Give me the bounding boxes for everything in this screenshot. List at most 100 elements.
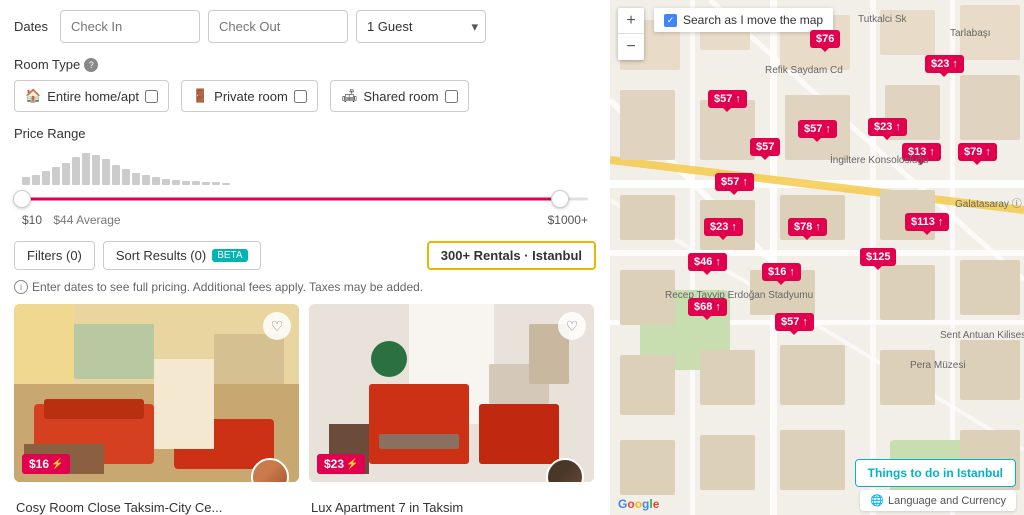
couch-icon: 🛋 (341, 88, 358, 104)
bar (152, 177, 160, 185)
flash-icon-2: ⚡ (346, 459, 358, 470)
results-badge: 300+ Rentals · Istanbul (427, 241, 596, 270)
right-panel: + − ✓ Search as I move the map $76 $23 ↑… (610, 0, 1024, 515)
room-type-label: Room Type ? (14, 57, 596, 72)
map-container[interactable]: + − ✓ Search as I move the map $76 $23 ↑… (610, 0, 1024, 515)
filters-row: Filters (0) Sort Results (0) BETA 300+ R… (14, 241, 596, 270)
bar (142, 175, 150, 185)
bar (102, 159, 110, 185)
dates-row: Dates 1 Guest 2 Guests 3 Guests 4 Guests (14, 10, 596, 43)
flash-icon-1: ⚡ (51, 459, 63, 470)
search-as-move-checkbox[interactable]: ✓ (664, 14, 677, 27)
price-min-label: $10 (22, 213, 42, 227)
room-type-section: Room Type ? 🏠 Entire home/apt 🚪 Private … (14, 57, 596, 112)
disclaimer-text: Enter dates to see full pricing. Additio… (32, 280, 423, 294)
things-to-do-button[interactable]: Things to do in Istanbul (855, 459, 1016, 487)
price-pin[interactable]: $125 (860, 248, 896, 266)
price-pin[interactable]: $46 ↑ (688, 253, 727, 271)
filters-button[interactable]: Filters (0) (14, 241, 95, 270)
bar (112, 165, 120, 185)
price-min-thumb[interactable] (13, 190, 31, 208)
room-types-container: 🏠 Entire home/apt 🚪 Private room 🛋 Share… (14, 80, 596, 112)
price-max-label: $1000+ (548, 213, 588, 227)
listing-info-2: Lux Apartment 7 in Taksim Entire home/ap… (309, 482, 594, 515)
heart-button-1[interactable]: ♡ (263, 312, 291, 340)
price-pin[interactable]: $57 ↑ (798, 120, 837, 138)
listing-card-1[interactable]: ♡ $16 ⚡ Cosy Room Close Taksim-City Ce..… (14, 304, 299, 515)
price-pin[interactable]: $57 ↑ (715, 173, 754, 191)
lang-currency-label: Language and Currency (888, 495, 1006, 507)
bar (202, 182, 210, 185)
private-room-checkbox[interactable] (294, 90, 307, 103)
listing-price-2: $23 (324, 457, 344, 471)
listing-info-1: Cosy Room Close Taksim-City Ce... Privat… (14, 482, 299, 515)
bar (62, 163, 70, 185)
bar (82, 153, 90, 185)
room-type-entire[interactable]: 🏠 Entire home/apt (14, 80, 169, 112)
price-pin[interactable]: $78 ↑ (788, 218, 827, 236)
sort-button[interactable]: Sort Results (0) BETA (103, 241, 261, 270)
bar (172, 180, 180, 185)
help-icon[interactable]: ? (84, 58, 98, 72)
price-max-thumb[interactable] (551, 190, 569, 208)
bar (182, 181, 190, 185)
listing-image-1: ♡ $16 ⚡ (14, 304, 299, 482)
price-pin[interactable]: $68 ↑ (688, 298, 727, 316)
room-type-shared[interactable]: 🛋 Shared room (330, 80, 469, 112)
checkin-input[interactable] (60, 10, 200, 43)
map-svg (610, 0, 1024, 515)
shared-room-checkbox[interactable] (445, 90, 458, 103)
disclaimer: i Enter dates to see full pricing. Addit… (14, 280, 596, 294)
bar (42, 171, 50, 185)
price-pin[interactable]: $113 ↑ (905, 213, 949, 231)
entire-home-label: Entire home/apt (47, 89, 139, 104)
bar (92, 155, 100, 185)
guest-select[interactable]: 1 Guest 2 Guests 3 Guests 4 Guests (356, 10, 486, 43)
bar (72, 157, 80, 185)
price-pin[interactable]: $79 ↑ (958, 143, 997, 161)
bar (22, 177, 30, 185)
price-range-labels: $10 $44 Average $1000+ (14, 213, 596, 227)
entire-home-checkbox[interactable] (145, 90, 158, 103)
listings-container: ♡ $16 ⚡ Cosy Room Close Taksim-City Ce..… (14, 304, 596, 515)
beta-badge: BETA (212, 249, 247, 262)
bar (122, 169, 130, 185)
info-icon: i (14, 280, 28, 294)
zoom-out-button[interactable]: − (618, 34, 644, 60)
price-range-section: Price Range (14, 126, 596, 227)
bar (32, 175, 40, 185)
price-avg-label: $44 Average (53, 213, 120, 227)
zoom-in-button[interactable]: + (618, 8, 644, 34)
bar (52, 167, 60, 185)
private-room-label: Private room (214, 89, 288, 104)
listing-title-2: Lux Apartment 7 in Taksim (311, 500, 592, 515)
price-pin[interactable]: $13 ↑ (902, 143, 941, 161)
search-as-move-label: Search as I move the map (683, 13, 823, 27)
price-pin[interactable]: $57 (750, 138, 780, 156)
price-badge-1: $16 ⚡ (22, 454, 70, 474)
listing-card-2[interactable]: ♡ $23 ⚡ Lux Apartment 7 in Taksim Entire… (309, 304, 594, 515)
price-pin[interactable]: $57 ↑ (708, 90, 747, 108)
price-slider[interactable] (22, 189, 588, 209)
listing-title-1: Cosy Room Close Taksim-City Ce... (16, 500, 297, 515)
listing-price-1: $16 (29, 457, 49, 471)
checkout-input[interactable] (208, 10, 348, 43)
price-pin[interactable]: $23 ↑ (704, 218, 743, 236)
price-histogram (14, 149, 596, 185)
bar (192, 181, 200, 185)
bar (132, 173, 140, 185)
bar (212, 182, 220, 185)
map-zoom-controls: + − (618, 8, 644, 60)
price-pin[interactable]: $57 ↑ (775, 313, 814, 331)
price-pin[interactable]: $16 ↑ (762, 263, 801, 281)
room-type-private[interactable]: 🚪 Private room (181, 80, 318, 112)
heart-button-2[interactable]: ♡ (558, 312, 586, 340)
price-pin[interactable]: $76 (810, 30, 840, 48)
language-currency-button[interactable]: 🌐 Language and Currency (860, 490, 1016, 511)
search-as-move[interactable]: ✓ Search as I move the map (654, 8, 833, 32)
globe-icon: 🌐 (870, 494, 884, 507)
price-pin[interactable]: $23 ↑ (868, 118, 907, 136)
price-badge-2: $23 ⚡ (317, 454, 365, 474)
slider-fill (22, 198, 560, 201)
price-pin[interactable]: $23 ↑ (925, 55, 964, 73)
